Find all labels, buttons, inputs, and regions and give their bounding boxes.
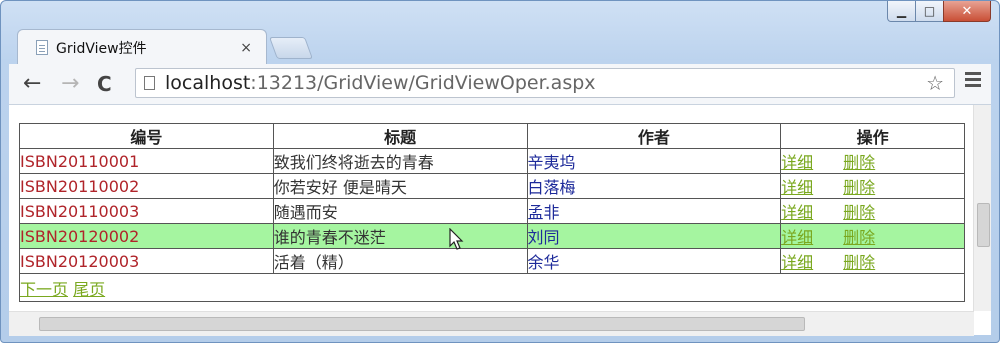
reload-icon[interactable]: C [97,73,112,95]
table-row[interactable]: ISBN20110003 随遇而安 孟非 详细 删除 [19,198,965,224]
maximize-button[interactable]: □ [915,1,944,22]
cell-id: ISBN20120002 [19,223,274,249]
vertical-scroll-thumb[interactable] [977,203,990,247]
delete-link[interactable]: 删除 [843,153,875,172]
back-arrow-icon[interactable]: ← [23,73,41,95]
table-header-row: 编号 标题 作者 操作 [19,123,965,149]
tab-title: GridView控件 [56,40,147,57]
cell-id: ISBN20110002 [19,173,274,199]
gridview-table: 编号 标题 作者 操作 ISBN20110001 致我们终将逝去的青春 辛夷坞 详细删… [19,123,965,302]
cell-id: ISBN20110001 [19,148,274,174]
url-host: localhost [165,72,251,94]
delete-link[interactable]: 删除 [843,178,875,197]
window-controls: ▁ □ ✕ [887,1,991,22]
cell-author: 辛夷坞 [526,148,782,174]
detail-link[interactable]: 详细 [781,153,813,172]
cell-title: 你若安好 便是晴天 [272,173,528,199]
cell-title: 活着（精） [272,248,528,274]
horizontal-scrollbar[interactable] [9,311,974,336]
table-row[interactable]: ISBN20110001 致我们终将逝去的青春 辛夷坞 详细 删除 [19,148,965,174]
pager-last-link[interactable]: 尾页 [73,280,105,299]
table-row[interactable]: ISBN20120003 活着（精） 余华 详细 删除 [19,248,965,274]
detail-link[interactable]: 详细 [781,178,813,197]
cell-title: 谁的青春不迷茫 [272,223,528,249]
cell-title: 随遇而安 [272,198,528,224]
horizontal-scroll-thumb[interactable] [39,317,805,331]
address-bar[interactable]: localhost:13213/GridView/GridViewOper.as… [135,68,955,98]
delete-link[interactable]: 删除 [843,228,875,247]
url-text[interactable]: localhost:13213/GridView/GridViewOper.as… [165,72,596,94]
cell-author: 孟非 [526,198,782,224]
browser-window: ▁ □ ✕ GridView控件 × ← → C localhost:13213… [0,0,1000,343]
delete-link[interactable]: 删除 [843,253,875,272]
table-row[interactable]: ISBN20120002 谁的青春不迷茫 刘同 详细 删除 [19,223,965,249]
pager-cell: 下一页 尾页 [19,273,965,302]
browser-tab[interactable]: GridView控件 × [17,29,267,65]
menu-icon[interactable] [965,72,981,90]
forward-arrow-icon[interactable]: → [61,73,79,95]
cell-actions: 详细 删除 [780,223,965,249]
cell-author: 余华 [526,248,782,274]
column-header-author: 作者 [526,123,782,149]
cell-title: 致我们终将逝去的青春 [272,148,528,174]
cell-author: 刘同 [526,223,782,249]
delete-link[interactable]: 删除 [843,203,875,222]
browser-toolbar: ← → C localhost:13213/GridView/GridViewO… [9,64,991,105]
column-header-id: 编号 [19,123,274,149]
tab-close-icon[interactable]: × [240,40,252,56]
cell-actions: 详细 删除 [780,173,965,199]
url-path: :13213/GridView/GridViewOper.aspx [250,72,596,94]
pager-row: 下一页 尾页 [19,273,965,302]
detail-link[interactable]: 详细 [781,253,813,272]
minimize-button[interactable]: ▁ [887,1,916,22]
bookmark-star-icon[interactable]: ☆ [926,71,944,95]
cell-actions: 详细 删除 [780,248,965,274]
column-header-actions: 操作 [780,123,965,149]
page-icon [36,40,48,55]
vertical-scrollbar[interactable] [973,105,991,311]
close-window-button[interactable]: ✕ [943,1,991,22]
cell-id: ISBN20110003 [19,198,274,224]
cell-actions: 详细 删除 [780,148,965,174]
new-tab-button[interactable] [268,37,314,59]
page-content: 编号 标题 作者 操作 ISBN20110001 致我们终将逝去的青春 辛夷坞 详细删… [9,105,991,336]
pager-next-link[interactable]: 下一页 [20,280,68,299]
cell-actions: 详细 删除 [780,198,965,224]
page-icon [144,76,155,90]
detail-link[interactable]: 详细 [781,203,813,222]
table-row[interactable]: ISBN20110002 你若安好 便是晴天 白落梅 详细 删除 [19,173,965,199]
column-header-title: 标题 [272,123,528,149]
detail-link[interactable]: 详细 [781,228,813,247]
mouse-cursor-icon [449,228,464,250]
cell-id: ISBN20120003 [19,248,274,274]
cell-author: 白落梅 [526,173,782,199]
